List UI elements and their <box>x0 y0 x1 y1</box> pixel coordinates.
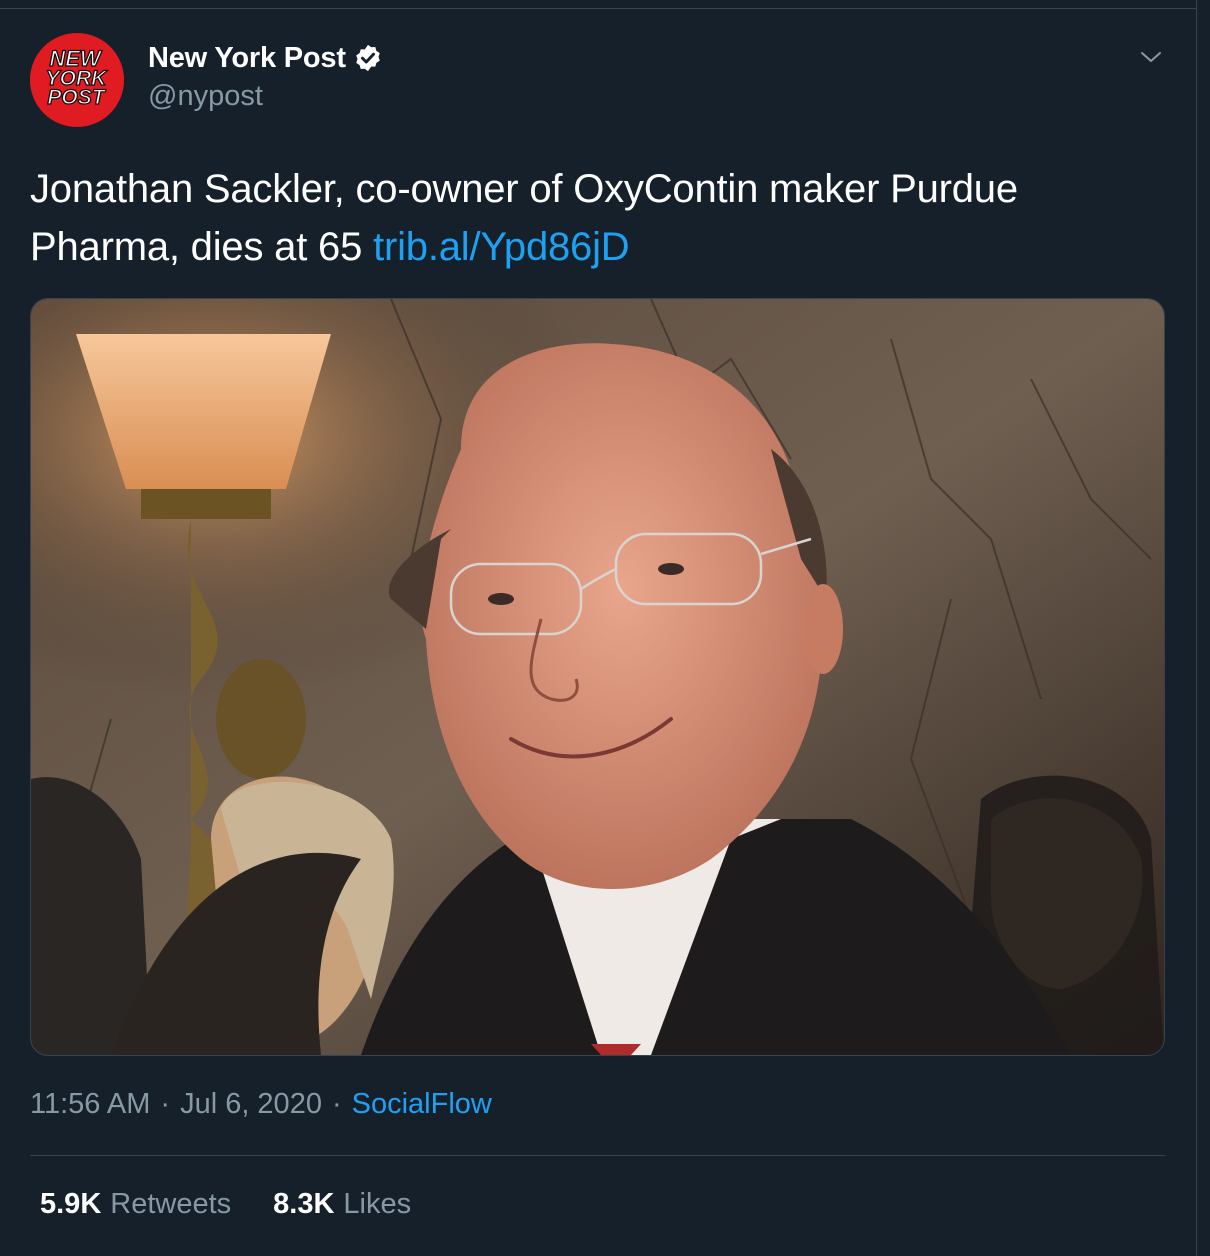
tweet-source-link[interactable]: SocialFlow <box>352 1088 492 1121</box>
likes-label: Likes <box>343 1188 412 1220</box>
top-divider <box>0 8 1196 9</box>
tweet-photo[interactable] <box>30 298 1165 1056</box>
avatar[interactable]: NEW YORK POST <box>30 33 124 127</box>
meta-separator-2: · <box>331 1088 342 1120</box>
tweet-date[interactable]: Jul 6, 2020 <box>180 1088 322 1121</box>
retweets-count: 5.9K <box>40 1188 102 1220</box>
retweets-stat[interactable]: 5.9K Retweets <box>40 1188 231 1221</box>
tweet-text: Jonathan Sackler, co-owner of OxyContin … <box>30 160 1170 276</box>
right-divider <box>1196 0 1197 1256</box>
verified-badge-icon <box>356 44 380 72</box>
handle[interactable]: @nypost <box>148 80 263 113</box>
likes-count: 8.3K <box>273 1188 335 1220</box>
meta-separator: · <box>160 1088 171 1120</box>
tweet-link[interactable]: trib.al/Ypd86jD <box>373 225 630 269</box>
tweet-stats: 5.9K Retweets 8.3K Likes <box>40 1188 411 1221</box>
nypost-logo: NEW YORK POST <box>30 33 124 127</box>
author-name-row: New York Post <box>148 40 383 76</box>
likes-stat[interactable]: 8.3K Likes <box>273 1188 411 1221</box>
tweet-time[interactable]: 11:56 AM <box>30 1088 150 1121</box>
photo-content <box>31 299 1164 1055</box>
retweets-label: Retweets <box>110 1188 232 1220</box>
chevron-down-icon[interactable] <box>1138 44 1164 70</box>
stats-divider <box>30 1155 1165 1156</box>
tweet-meta: 11:56 AM · Jul 6, 2020 · SocialFlow <box>30 1088 492 1121</box>
display-name[interactable]: New York Post <box>148 42 346 75</box>
logo-line-3: POST <box>47 86 106 109</box>
